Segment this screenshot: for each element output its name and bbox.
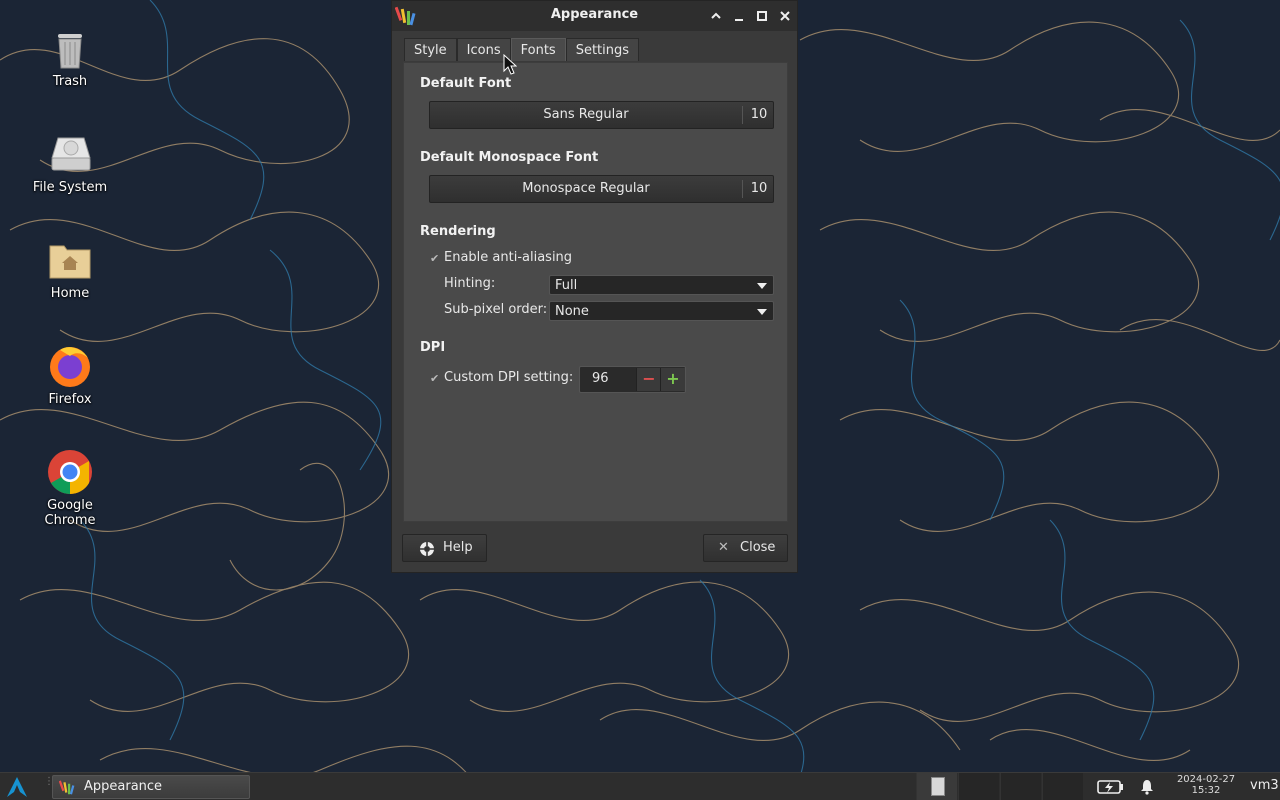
font-button-separator (742, 106, 743, 124)
dpi-decrement-button[interactable]: − (636, 368, 661, 391)
custom-dpi-label: Custom DPI setting: (444, 370, 574, 385)
desktop-icon-firefox[interactable]: Firefox (20, 342, 120, 407)
dropdown-arrow-icon (757, 283, 767, 289)
taskbar-separator: ⋮ (44, 776, 54, 787)
taskbar-item-label: Appearance (84, 779, 163, 794)
hard-drive-icon (51, 137, 91, 171)
workspace-1[interactable] (916, 773, 957, 800)
mono-font-name: Monospace Regular (522, 181, 650, 196)
mono-font-button[interactable]: Monospace Regular 10 (429, 175, 774, 203)
notification-bell-icon[interactable] (1139, 779, 1155, 795)
home-folder-icon (49, 245, 91, 279)
file-system-label: File System (32, 180, 108, 195)
workspace-4[interactable] (1042, 773, 1083, 800)
default-font-button[interactable]: Sans Regular 10 (429, 101, 774, 129)
antialias-checkbox[interactable]: ✔ (430, 253, 442, 265)
help-label: Help (443, 540, 473, 555)
trash-icon (58, 34, 82, 69)
start-menu-logo-icon[interactable] (6, 776, 28, 798)
help-button[interactable]: Help (402, 534, 487, 562)
mouse-pointer-icon (503, 54, 517, 75)
dpi-heading: DPI (420, 340, 446, 355)
mono-font-heading: Default Monospace Font (420, 150, 599, 165)
clock-time: 15:32 (1191, 785, 1221, 796)
subpixel-select[interactable]: None (549, 301, 774, 321)
trash-label: Trash (52, 74, 88, 89)
appearance-window: Appearance Style Icons Fonts Settings De… (391, 0, 798, 573)
desktop-icon-trash[interactable]: Trash (20, 24, 120, 89)
dropdown-arrow-icon (757, 309, 767, 315)
maximize-icon (757, 11, 767, 21)
font-button-separator (742, 180, 743, 198)
chrome-icon (48, 450, 92, 494)
tab-bar: Style Icons Fonts Settings (404, 38, 640, 62)
subpixel-value: None (555, 304, 589, 319)
rendering-heading: Rendering (420, 224, 496, 239)
maximize-button[interactable] (754, 8, 770, 24)
close-icon: ✕ (718, 540, 729, 555)
dpi-value: 96 (592, 371, 609, 386)
window-titlebar[interactable]: Appearance (392, 1, 797, 31)
help-lifebuoy-icon (420, 542, 434, 556)
appearance-app-icon (59, 780, 75, 795)
firefox-label: Firefox (48, 392, 92, 407)
clock-date: 2024-02-27 (1176, 774, 1236, 785)
user-label: vm3 (1250, 778, 1279, 793)
clock[interactable]: 2024-02-27 15:32 (1170, 774, 1242, 796)
dpi-increment-button[interactable]: + (660, 368, 685, 391)
tab-style[interactable]: Style (404, 38, 457, 61)
google-chrome-label: Google Chrome (44, 498, 96, 528)
hinting-value: Full (555, 278, 578, 293)
subpixel-label: Sub-pixel order: (444, 302, 548, 317)
minimize-button[interactable] (731, 8, 747, 24)
taskbar-item-appearance[interactable]: Appearance (52, 775, 250, 799)
hinting-select[interactable]: Full (549, 275, 774, 295)
tab-settings[interactable]: Settings (565, 38, 640, 61)
mono-font-size: 10 (750, 181, 768, 196)
fonts-panel: Default Font Sans Regular 10 Default Mon… (403, 62, 788, 522)
close-label: Close (740, 540, 776, 555)
tab-fonts[interactable]: Fonts (510, 38, 566, 61)
close-button[interactable]: ✕ Close (703, 534, 788, 562)
default-font-size: 10 (750, 107, 768, 122)
default-font-heading: Default Font (420, 76, 512, 91)
chevron-up-icon (711, 12, 721, 19)
home-label: Home (50, 286, 90, 301)
workspace-3[interactable] (1000, 773, 1041, 800)
minimize-icon (735, 19, 743, 21)
workspace-window-thumbnail (931, 777, 945, 796)
custom-dpi-checkbox[interactable]: ✔ (430, 373, 442, 385)
battery-charging-icon[interactable] (1097, 779, 1125, 795)
close-icon (780, 11, 790, 21)
antialias-label: Enable anti-aliasing (444, 250, 573, 265)
taskbar: ⋮ Appearance 2024-02-27 15:32 vm3 (0, 772, 1280, 800)
default-font-name: Sans Regular (543, 107, 629, 122)
desktop-icon-google-chrome[interactable]: Google Chrome (20, 448, 120, 528)
hinting-label: Hinting: (444, 276, 496, 291)
desktop-icon-home[interactable]: Home (20, 236, 120, 301)
dpi-spinbox[interactable]: 96 − + (579, 366, 686, 393)
desktop-icon-file-system[interactable]: File System (20, 130, 120, 195)
workspace-2[interactable] (958, 773, 999, 800)
shade-button[interactable] (708, 8, 724, 24)
firefox-icon (50, 347, 90, 387)
close-window-button[interactable] (777, 8, 793, 24)
